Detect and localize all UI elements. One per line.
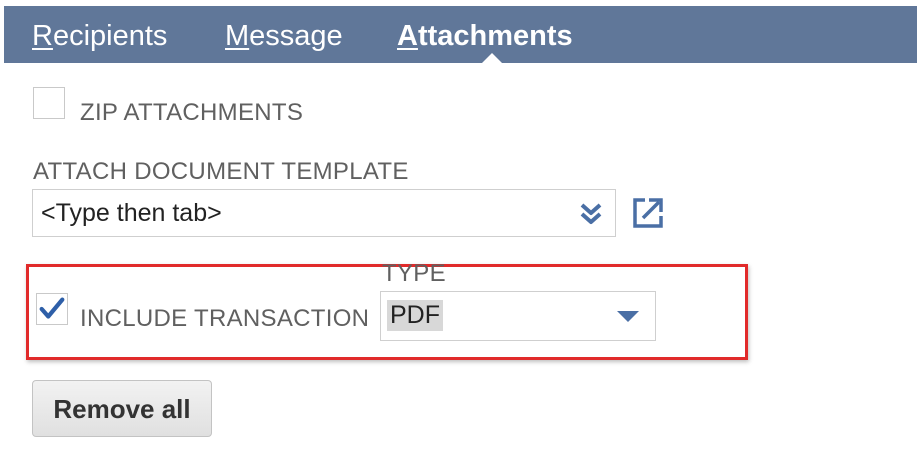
open-external-icon[interactable] (630, 195, 666, 231)
zip-attachments-label: ZIP ATTACHMENTS (80, 99, 304, 126)
checkmark-icon (39, 297, 65, 319)
active-tab-pointer (482, 53, 502, 63)
tab-bar: Recipients Message Attachments (4, 6, 917, 63)
document-template-input[interactable]: <Type then tab> (41, 199, 222, 228)
tab-recipients[interactable]: Recipients (32, 20, 167, 52)
double-chevron-down-icon[interactable] (577, 200, 605, 228)
caret-down-icon[interactable] (617, 311, 639, 322)
include-transaction-label: INCLUDE TRANSACTION (80, 305, 370, 332)
remove-all-button[interactable]: Remove all (32, 380, 212, 437)
type-label: TYPE (382, 260, 446, 287)
type-select[interactable]: PDF (380, 291, 656, 341)
tab-message[interactable]: Message (225, 20, 343, 52)
tab-attachments[interactable]: Attachments (397, 20, 573, 52)
include-transaction-checkbox[interactable] (36, 293, 68, 325)
document-template-combobox[interactable]: <Type then tab> (32, 189, 616, 237)
attachments-panel: Recipients Message Attachments ZIP ATTAC… (0, 0, 920, 450)
type-select-value: PDF (387, 300, 443, 331)
zip-attachments-checkbox[interactable] (33, 87, 65, 119)
document-template-label: ATTACH DOCUMENT TEMPLATE (33, 158, 409, 185)
